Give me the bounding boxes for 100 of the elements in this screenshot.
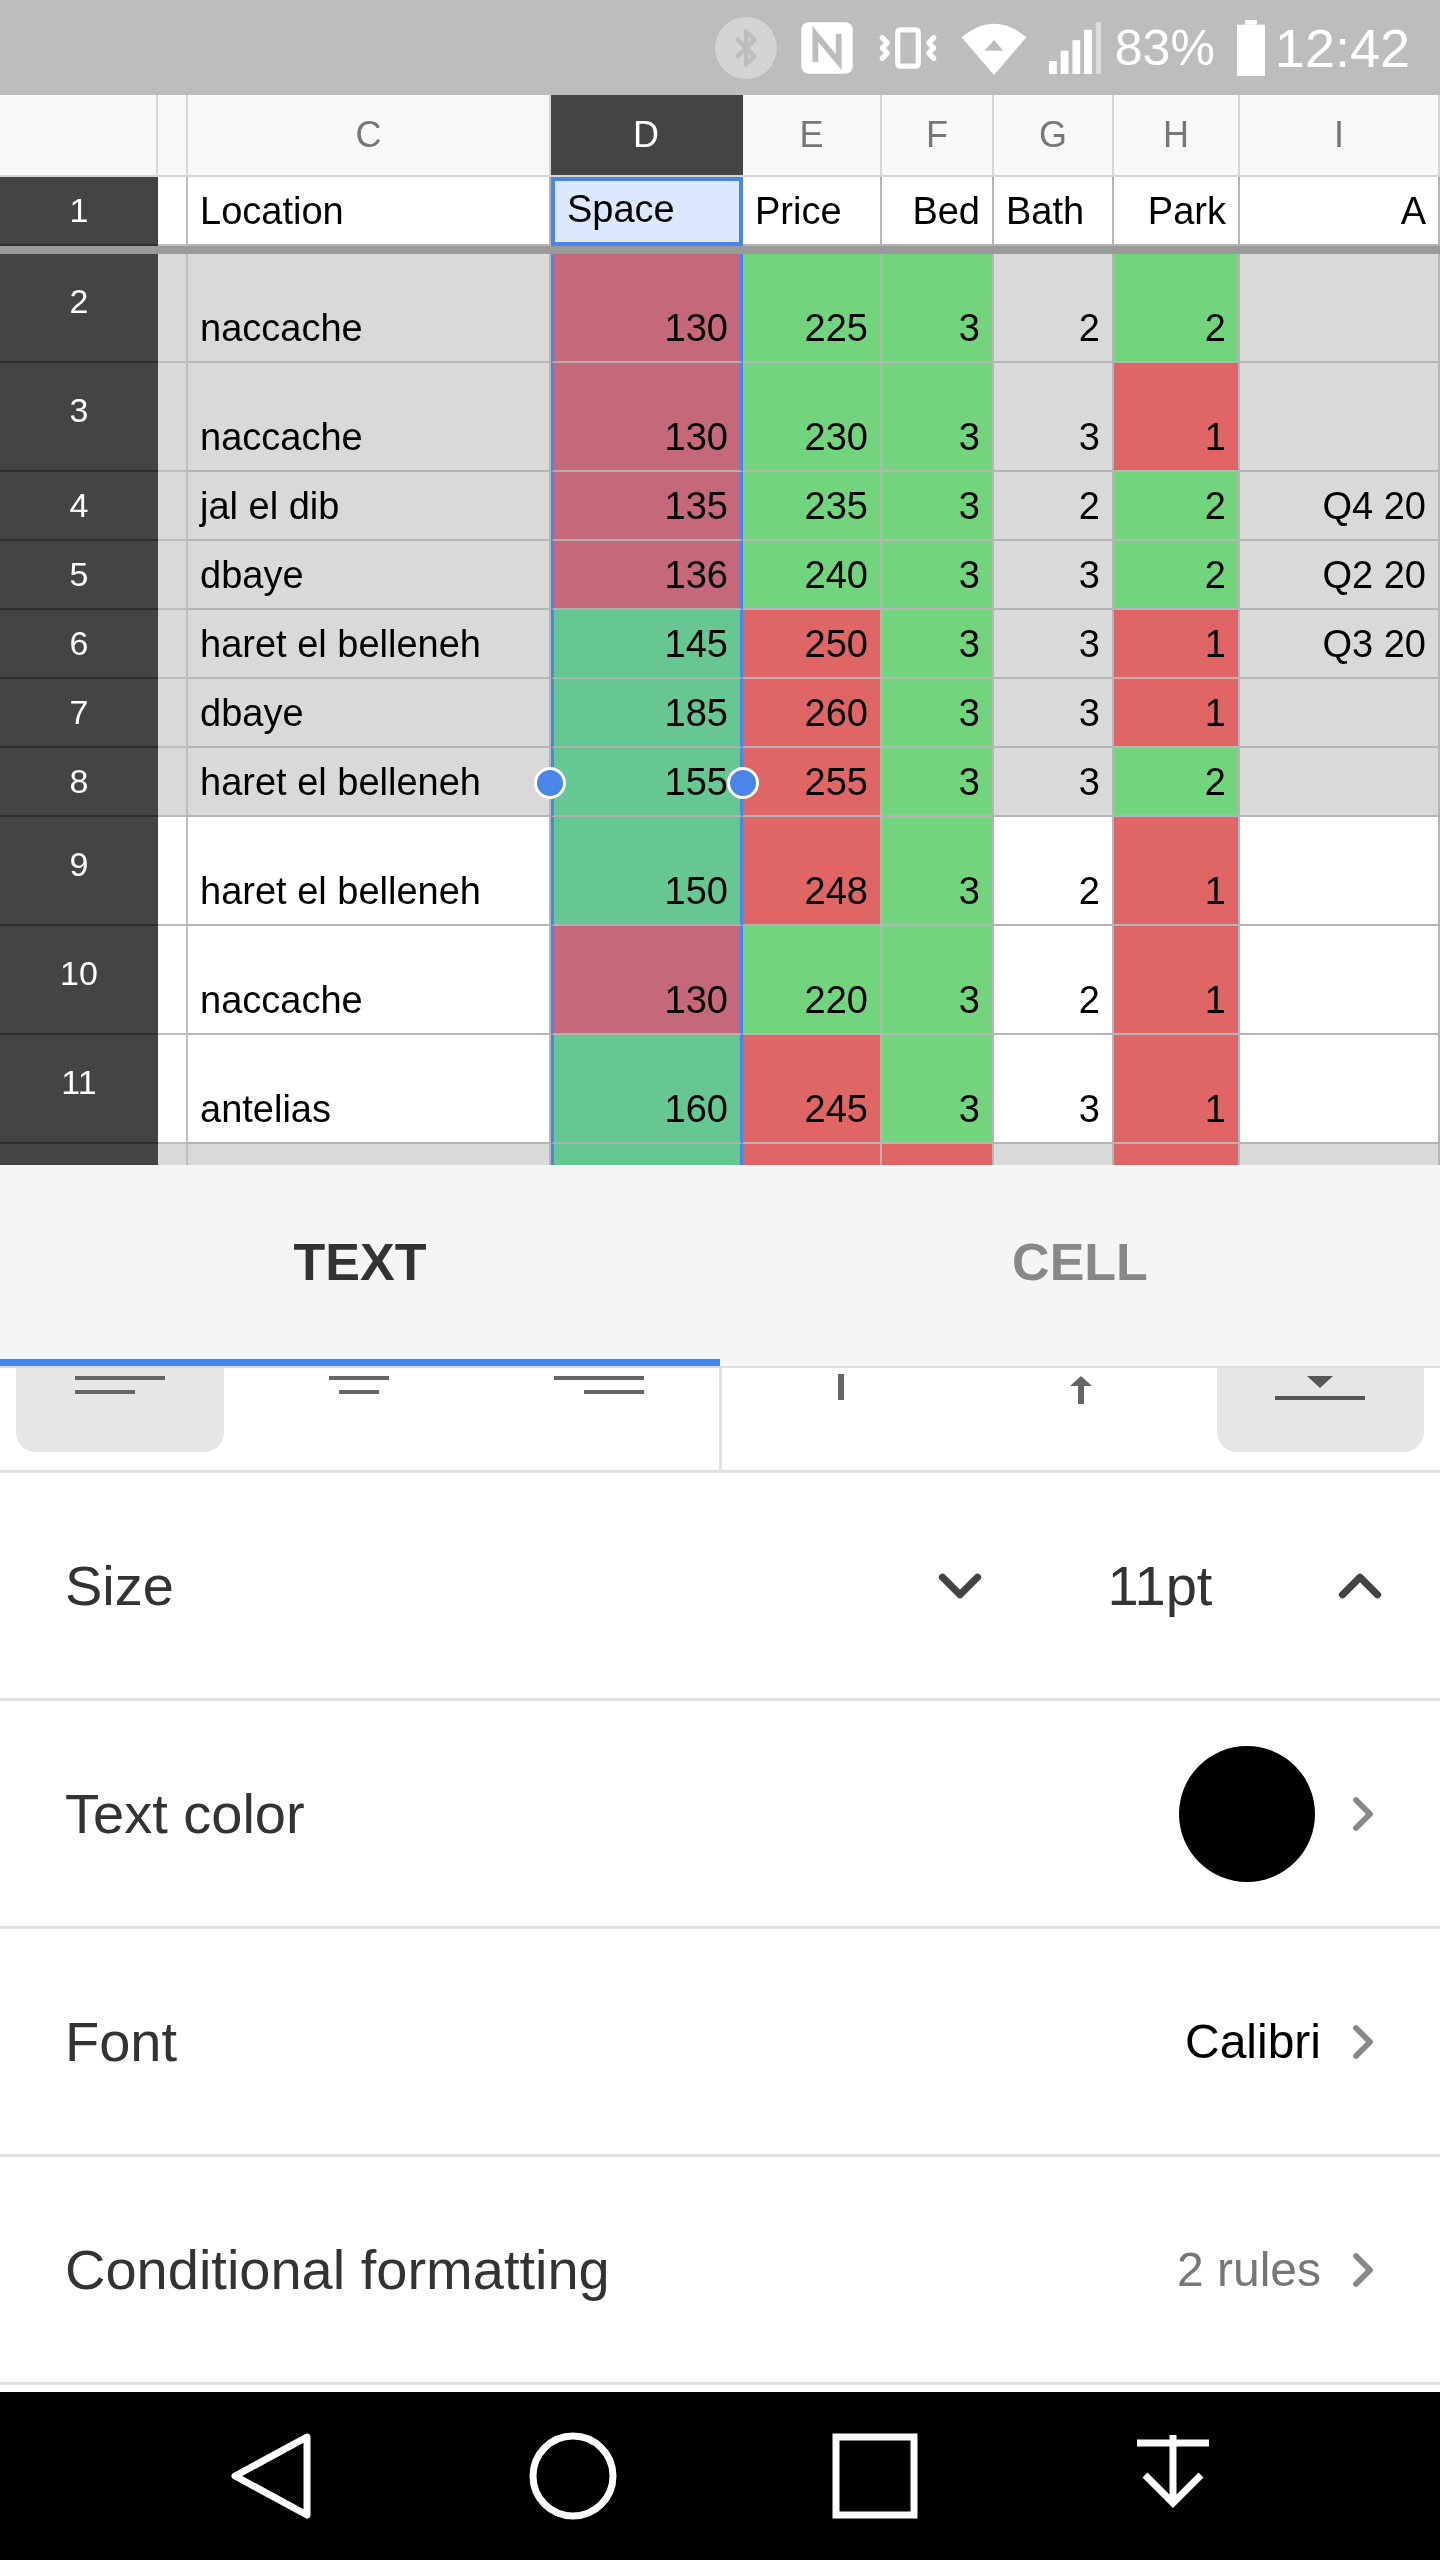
table-cell[interactable]: 2 (1114, 748, 1240, 817)
table-cell[interactable]: 2 (1114, 541, 1240, 610)
table-cell[interactable]: 1 (1114, 610, 1240, 679)
table-cell[interactable]: 225 (743, 254, 882, 363)
row-header[interactable]: 6 (0, 610, 158, 679)
table-cell[interactable] (158, 254, 188, 363)
table-cell[interactable]: Bath (994, 177, 1114, 246)
row-header[interactable]: 8 (0, 748, 158, 817)
table-cell[interactable]: 3 (882, 363, 994, 472)
table-cell[interactable] (158, 748, 188, 817)
column-header[interactable]: F (882, 95, 994, 175)
table-cell[interactable]: haret el belleneh (188, 748, 551, 817)
table-cell[interactable]: 3 (994, 679, 1114, 748)
table-cell[interactable]: 3 (882, 541, 994, 610)
table-cell[interactable]: 3 (994, 541, 1114, 610)
table-cell[interactable]: 240 (743, 541, 882, 610)
table-cell[interactable]: 1 (1114, 817, 1240, 926)
table-cell[interactable]: Bed (882, 177, 994, 246)
table-cell[interactable]: Q3 20 (1240, 610, 1440, 679)
table-cell[interactable]: 2 (994, 817, 1114, 926)
table-cell[interactable]: 145 (551, 610, 743, 679)
row-header[interactable]: 5 (0, 541, 158, 610)
table-cell[interactable]: 250 (743, 610, 882, 679)
table-cell[interactable] (1240, 679, 1440, 748)
table-cell[interactable]: 3 (882, 817, 994, 926)
table-cell[interactable]: 1 (1114, 926, 1240, 1035)
table-cell[interactable]: 235 (743, 472, 882, 541)
table-cell[interactable]: 255 (743, 748, 882, 817)
table-cell[interactable]: 135 (551, 472, 743, 541)
table-cell[interactable] (158, 1035, 188, 1144)
table-cell[interactable]: Space (551, 177, 743, 246)
table-cell[interactable]: 3 (882, 748, 994, 817)
table-cell[interactable]: 185 (551, 679, 743, 748)
table-cell[interactable]: 3 (882, 472, 994, 541)
table-cell[interactable]: 3 (882, 679, 994, 748)
table-cell[interactable]: naccache (188, 926, 551, 1035)
table-cell[interactable] (1240, 748, 1440, 817)
table-cell[interactable] (158, 679, 188, 748)
table-cell[interactable] (1240, 926, 1440, 1035)
table-cell[interactable]: Location (188, 177, 551, 246)
table-cell[interactable]: 3 (994, 363, 1114, 472)
table-cell[interactable]: jal el dib (188, 472, 551, 541)
column-header[interactable]: H (1114, 95, 1240, 175)
table-cell[interactable] (1240, 1035, 1440, 1144)
table-cell[interactable] (158, 926, 188, 1035)
row-header[interactable]: 4 (0, 472, 158, 541)
table-cell[interactable]: dbaye (188, 679, 551, 748)
home-icon[interactable] (527, 2431, 618, 2521)
recents-icon[interactable] (832, 2433, 919, 2519)
table-cell[interactable]: naccache (188, 254, 551, 363)
table-cell[interactable]: 2 (994, 472, 1114, 541)
row-header[interactable]: 10 (0, 926, 158, 1035)
table-cell[interactable]: 3 (994, 610, 1114, 679)
table-cell[interactable]: 3 (882, 926, 994, 1035)
table-cell[interactable]: 3 (882, 254, 994, 363)
column-header[interactable]: I (1240, 95, 1440, 175)
table-cell[interactable]: 3 (882, 610, 994, 679)
table-cell[interactable]: naccache (188, 363, 551, 472)
table-cell[interactable]: dbaye (188, 541, 551, 610)
row-header[interactable]: 7 (0, 679, 158, 748)
table-cell[interactable]: 230 (743, 363, 882, 472)
row-header[interactable]: 1 (0, 177, 158, 246)
table-cell[interactable]: A (1240, 177, 1440, 246)
table-cell[interactable]: 160 (551, 1035, 743, 1144)
column-header[interactable]: D (551, 95, 743, 175)
table-cell[interactable]: 3 (882, 1035, 994, 1144)
table-cell[interactable]: 1 (1114, 363, 1240, 472)
table-cell[interactable]: 2 (994, 254, 1114, 363)
table-cell[interactable]: 245 (743, 1035, 882, 1144)
table-cell[interactable]: 1 (1114, 679, 1240, 748)
table-cell[interactable]: 150 (551, 817, 743, 926)
table-cell[interactable] (158, 610, 188, 679)
table-cell[interactable] (158, 177, 188, 246)
table-cell[interactable]: Park (1114, 177, 1240, 246)
table-cell[interactable] (1240, 363, 1440, 472)
table-cell[interactable]: 136 (551, 541, 743, 610)
table-cell[interactable]: haret el belleneh (188, 817, 551, 926)
table-cell[interactable] (1240, 254, 1440, 363)
table-cell[interactable]: antelias (188, 1035, 551, 1144)
alignment-button[interactable] (16, 1368, 224, 1452)
table-cell[interactable]: Price (743, 177, 882, 246)
table-cell[interactable]: 220 (743, 926, 882, 1035)
table-cell[interactable] (158, 363, 188, 472)
table-cell[interactable] (1240, 817, 1440, 926)
table-cell[interactable]: 130 (551, 926, 743, 1035)
table-cell[interactable]: 1 (1114, 1035, 1240, 1144)
table-cell[interactable]: 3 (994, 1035, 1114, 1144)
table-cell[interactable]: 2 (1114, 472, 1240, 541)
table-cell[interactable]: 2 (994, 926, 1114, 1035)
table-cell[interactable]: 260 (743, 679, 882, 748)
table-cell[interactable]: Q2 20 (1240, 541, 1440, 610)
table-cell[interactable]: 130 (551, 363, 743, 472)
table-cell[interactable] (158, 817, 188, 926)
table-cell[interactable]: 155 (551, 748, 743, 817)
table-cell[interactable] (158, 541, 188, 610)
column-header[interactable]: E (743, 95, 882, 175)
row-header[interactable]: 3 (0, 363, 158, 472)
row-header[interactable]: 2 (0, 254, 158, 363)
table-cell[interactable] (158, 472, 188, 541)
table-cell[interactable]: Q4 20 (1240, 472, 1440, 541)
